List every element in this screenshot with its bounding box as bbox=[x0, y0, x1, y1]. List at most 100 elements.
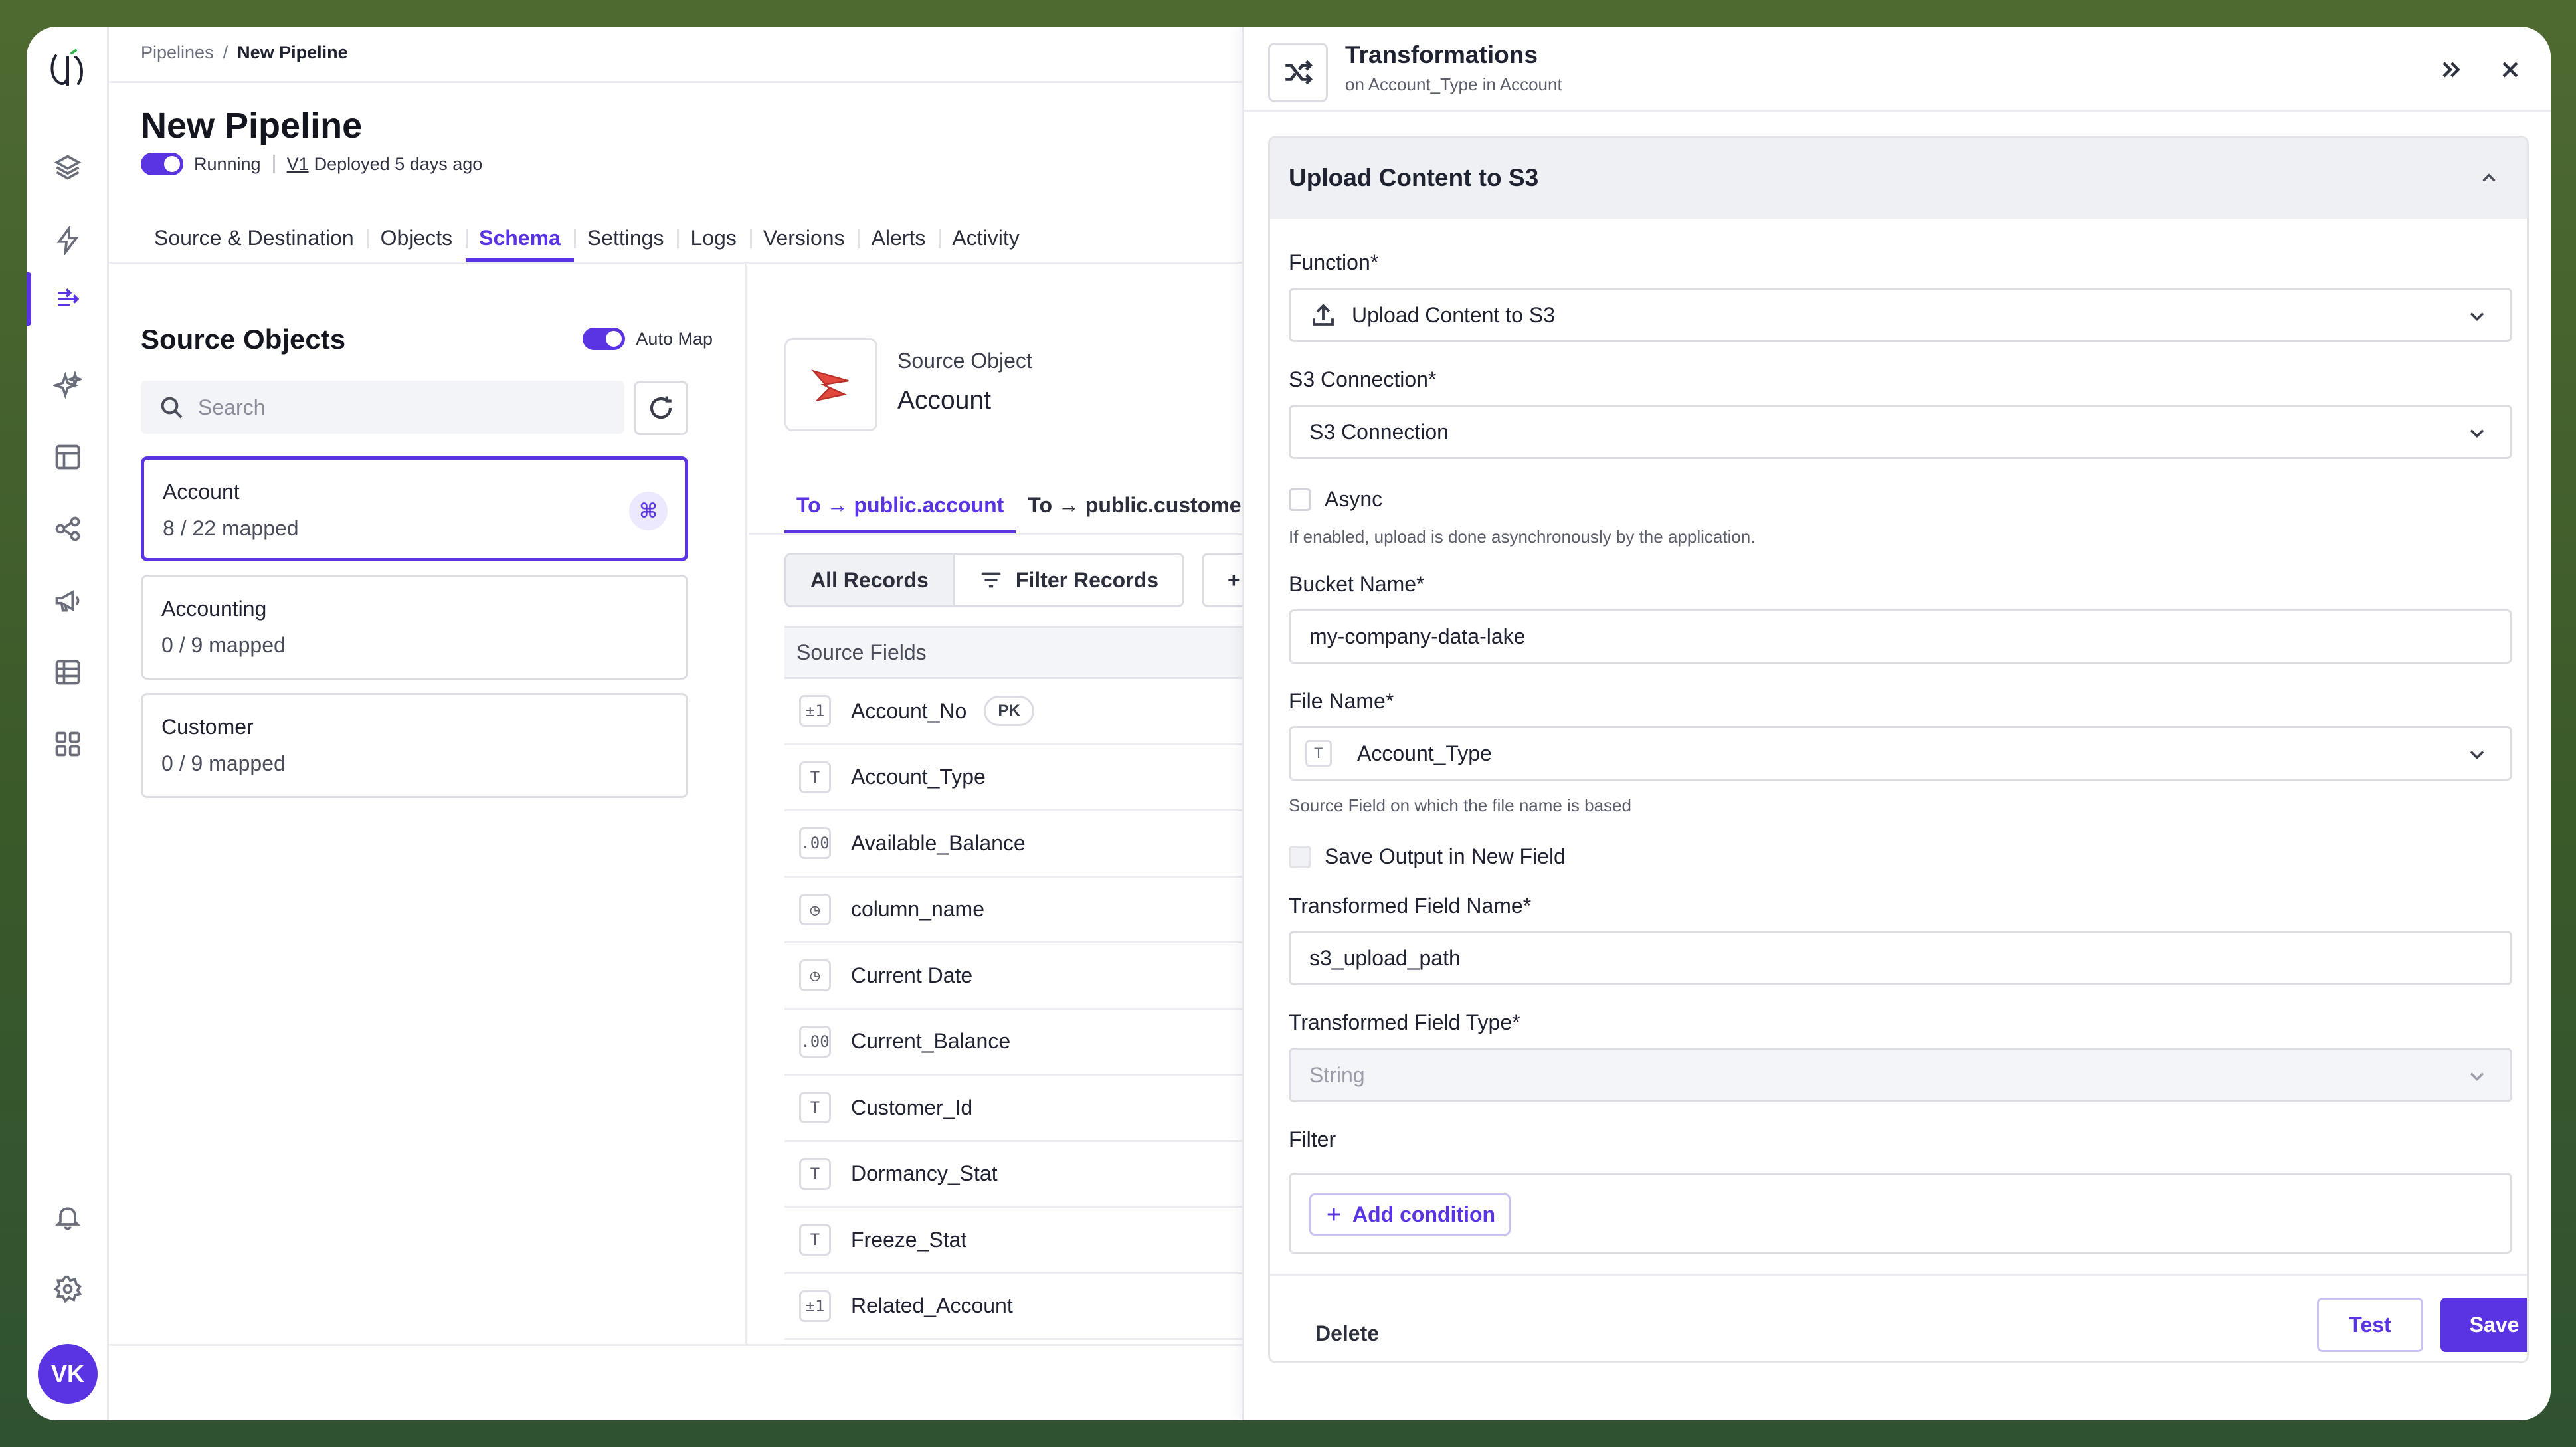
filter-label: Filter bbox=[1289, 1127, 1336, 1151]
lightning-icon[interactable] bbox=[50, 223, 85, 258]
sparkles-icon[interactable] bbox=[50, 368, 85, 403]
expand-drawer-button[interactable] bbox=[2434, 53, 2467, 86]
chevron-up-icon bbox=[2482, 173, 2496, 182]
object-mapped-count: 8 / 22 mapped bbox=[163, 516, 299, 540]
auto-map-toggle[interactable] bbox=[583, 328, 626, 350]
field-row[interactable]: .00 Current_Balance bbox=[784, 1010, 1278, 1076]
source-object-card-account[interactable]: Account 8 / 22 mapped ⌘ bbox=[141, 456, 688, 561]
breadcrumb: Pipelines / New Pipeline bbox=[141, 43, 348, 63]
table-icon[interactable] bbox=[50, 655, 85, 690]
auto-map: Auto Map bbox=[583, 328, 713, 350]
chevron-down-icon bbox=[2470, 1072, 2484, 1082]
transformations-drawer: Transformations on Account_Type in Accou… bbox=[1242, 27, 2551, 1420]
tab-source-destination[interactable]: Source & Destination bbox=[141, 214, 367, 262]
divider bbox=[272, 155, 275, 173]
primary-key-badge: PK bbox=[984, 696, 1034, 727]
source-object-card-accounting[interactable]: Accounting 0 / 9 mapped bbox=[141, 575, 688, 680]
function-select[interactable]: Upload Content to S3 bbox=[1289, 288, 2512, 342]
breadcrumb-current: New Pipeline bbox=[237, 43, 348, 62]
divider bbox=[109, 1344, 1278, 1346]
bell-icon[interactable] bbox=[50, 1200, 85, 1234]
integer-type-icon: ±1 bbox=[799, 695, 831, 727]
salesforce-object-icon bbox=[784, 338, 877, 431]
destination-tabs: To → public.account To → public.customer bbox=[784, 476, 1261, 533]
tab-public-account[interactable]: To → public.account bbox=[784, 476, 1016, 533]
field-row[interactable]: T Account_Type bbox=[784, 745, 1278, 811]
field-row[interactable]: T Customer_Id bbox=[784, 1076, 1278, 1142]
async-checkbox[interactable]: Async bbox=[1289, 487, 1382, 512]
refresh-button[interactable] bbox=[634, 381, 688, 435]
integer-type-icon: ±1 bbox=[799, 1290, 831, 1322]
bucket-name-input[interactable]: my-company-data-lake bbox=[1289, 609, 2512, 664]
source-object-label: Source Object bbox=[897, 349, 1032, 373]
field-name: Available_Balance bbox=[851, 830, 1026, 855]
checkbox-box[interactable] bbox=[1289, 488, 1311, 511]
field-row[interactable]: T Freeze_Stat bbox=[784, 1208, 1278, 1274]
async-hint: If enabled, upload is done asynchronousl… bbox=[1289, 527, 1756, 547]
mapping-panel: Source Object Account To → public.accoun… bbox=[749, 264, 1292, 1344]
version-link[interactable]: V1 bbox=[287, 154, 309, 175]
transformed-field-name-input[interactable]: s3_upload_path bbox=[1289, 931, 2512, 985]
source-objects-title: Source Objects bbox=[141, 324, 346, 355]
save-button[interactable]: Save bbox=[2440, 1298, 2527, 1352]
source-object-card-customer[interactable]: Customer 0 / 9 mapped bbox=[141, 693, 688, 798]
megaphone-icon[interactable] bbox=[50, 583, 85, 618]
file-name-label: File Name* bbox=[1289, 689, 1394, 713]
tab-logs[interactable]: Logs bbox=[677, 214, 749, 262]
delete-button[interactable]: Delete bbox=[1315, 1321, 1379, 1346]
gear-icon[interactable] bbox=[50, 1272, 85, 1306]
close-drawer-button[interactable] bbox=[2494, 53, 2527, 86]
checkbox-box[interactable] bbox=[1289, 845, 1311, 868]
test-button[interactable]: Test bbox=[2317, 1298, 2423, 1352]
automap-badge-icon[interactable]: ⌘ bbox=[629, 492, 668, 530]
s3-connection-select[interactable]: S3 Connection bbox=[1289, 405, 2512, 459]
share-nodes-icon[interactable] bbox=[50, 512, 85, 546]
pipeline-tabs: Source & Destination Objects Schema Sett… bbox=[141, 214, 1033, 262]
user-avatar[interactable]: VK bbox=[38, 1344, 98, 1404]
breadcrumb-parent[interactable]: Pipelines bbox=[141, 43, 214, 62]
filter-records-button[interactable]: Filter Records bbox=[954, 553, 1184, 607]
running-toggle[interactable] bbox=[141, 153, 183, 175]
field-row[interactable]: T Dormancy_Stat bbox=[784, 1142, 1278, 1208]
tab-alerts[interactable]: Alerts bbox=[858, 214, 939, 262]
file-name-select[interactable]: T Account_Type bbox=[1289, 726, 2512, 781]
object-name: Customer bbox=[161, 715, 254, 739]
text-type-icon: T bbox=[799, 1224, 831, 1256]
search-input[interactable]: Search bbox=[141, 381, 624, 434]
filter-box: Add condition bbox=[1289, 1173, 2512, 1254]
app-logo[interactable] bbox=[41, 44, 94, 97]
source-fields-table: Source Fields ±1 Account_No PK T Account… bbox=[784, 626, 1278, 1340]
tab-versions[interactable]: Versions bbox=[749, 214, 858, 262]
record-filter-segments: All Records Filter Records + Tr bbox=[784, 553, 1292, 607]
pipeline-icon[interactable] bbox=[50, 282, 85, 316]
text-type-icon: T bbox=[1305, 740, 1332, 767]
section-header[interactable]: Upload Content to S3 bbox=[1270, 138, 2527, 219]
tab-settings[interactable]: Settings bbox=[573, 214, 678, 262]
field-row[interactable]: .00 Available_Balance bbox=[784, 811, 1278, 878]
all-records-button[interactable]: All Records bbox=[784, 553, 955, 607]
decimal-type-icon: .00 bbox=[799, 1025, 831, 1058]
chevron-down-icon bbox=[2470, 751, 2484, 760]
function-label: Function* bbox=[1289, 250, 1379, 274]
function-value: Upload Content to S3 bbox=[1352, 302, 1555, 327]
close-icon bbox=[2502, 62, 2518, 78]
field-row[interactable]: ±1 Account_No PK bbox=[784, 679, 1278, 745]
clock-type-icon: ◷ bbox=[799, 959, 831, 992]
tab-objects[interactable]: Objects bbox=[367, 214, 466, 262]
page-title: New Pipeline bbox=[141, 106, 363, 145]
field-row[interactable]: ◷ column_name bbox=[784, 878, 1278, 943]
layers-icon[interactable] bbox=[50, 150, 85, 185]
field-row[interactable]: ◷ Current Date bbox=[784, 943, 1278, 1010]
field-row[interactable]: ±1 Related_Account bbox=[784, 1274, 1278, 1340]
save-output-checkbox[interactable]: Save Output in New Field bbox=[1289, 844, 1566, 869]
field-name: Related_Account bbox=[851, 1294, 1013, 1318]
refresh-icon bbox=[650, 396, 672, 419]
tab-activity[interactable]: Activity bbox=[939, 214, 1032, 262]
tab-schema[interactable]: Schema bbox=[466, 214, 574, 262]
grid-icon[interactable] bbox=[50, 727, 85, 761]
shuffle-icon bbox=[1268, 43, 1328, 102]
layout-icon[interactable] bbox=[50, 440, 85, 474]
add-condition-button[interactable]: Add condition bbox=[1309, 1193, 1511, 1236]
tab-public-customer[interactable]: To → public.customer bbox=[1016, 476, 1261, 533]
pipeline-status: Running V1 Deployed 5 days ago bbox=[141, 153, 482, 175]
